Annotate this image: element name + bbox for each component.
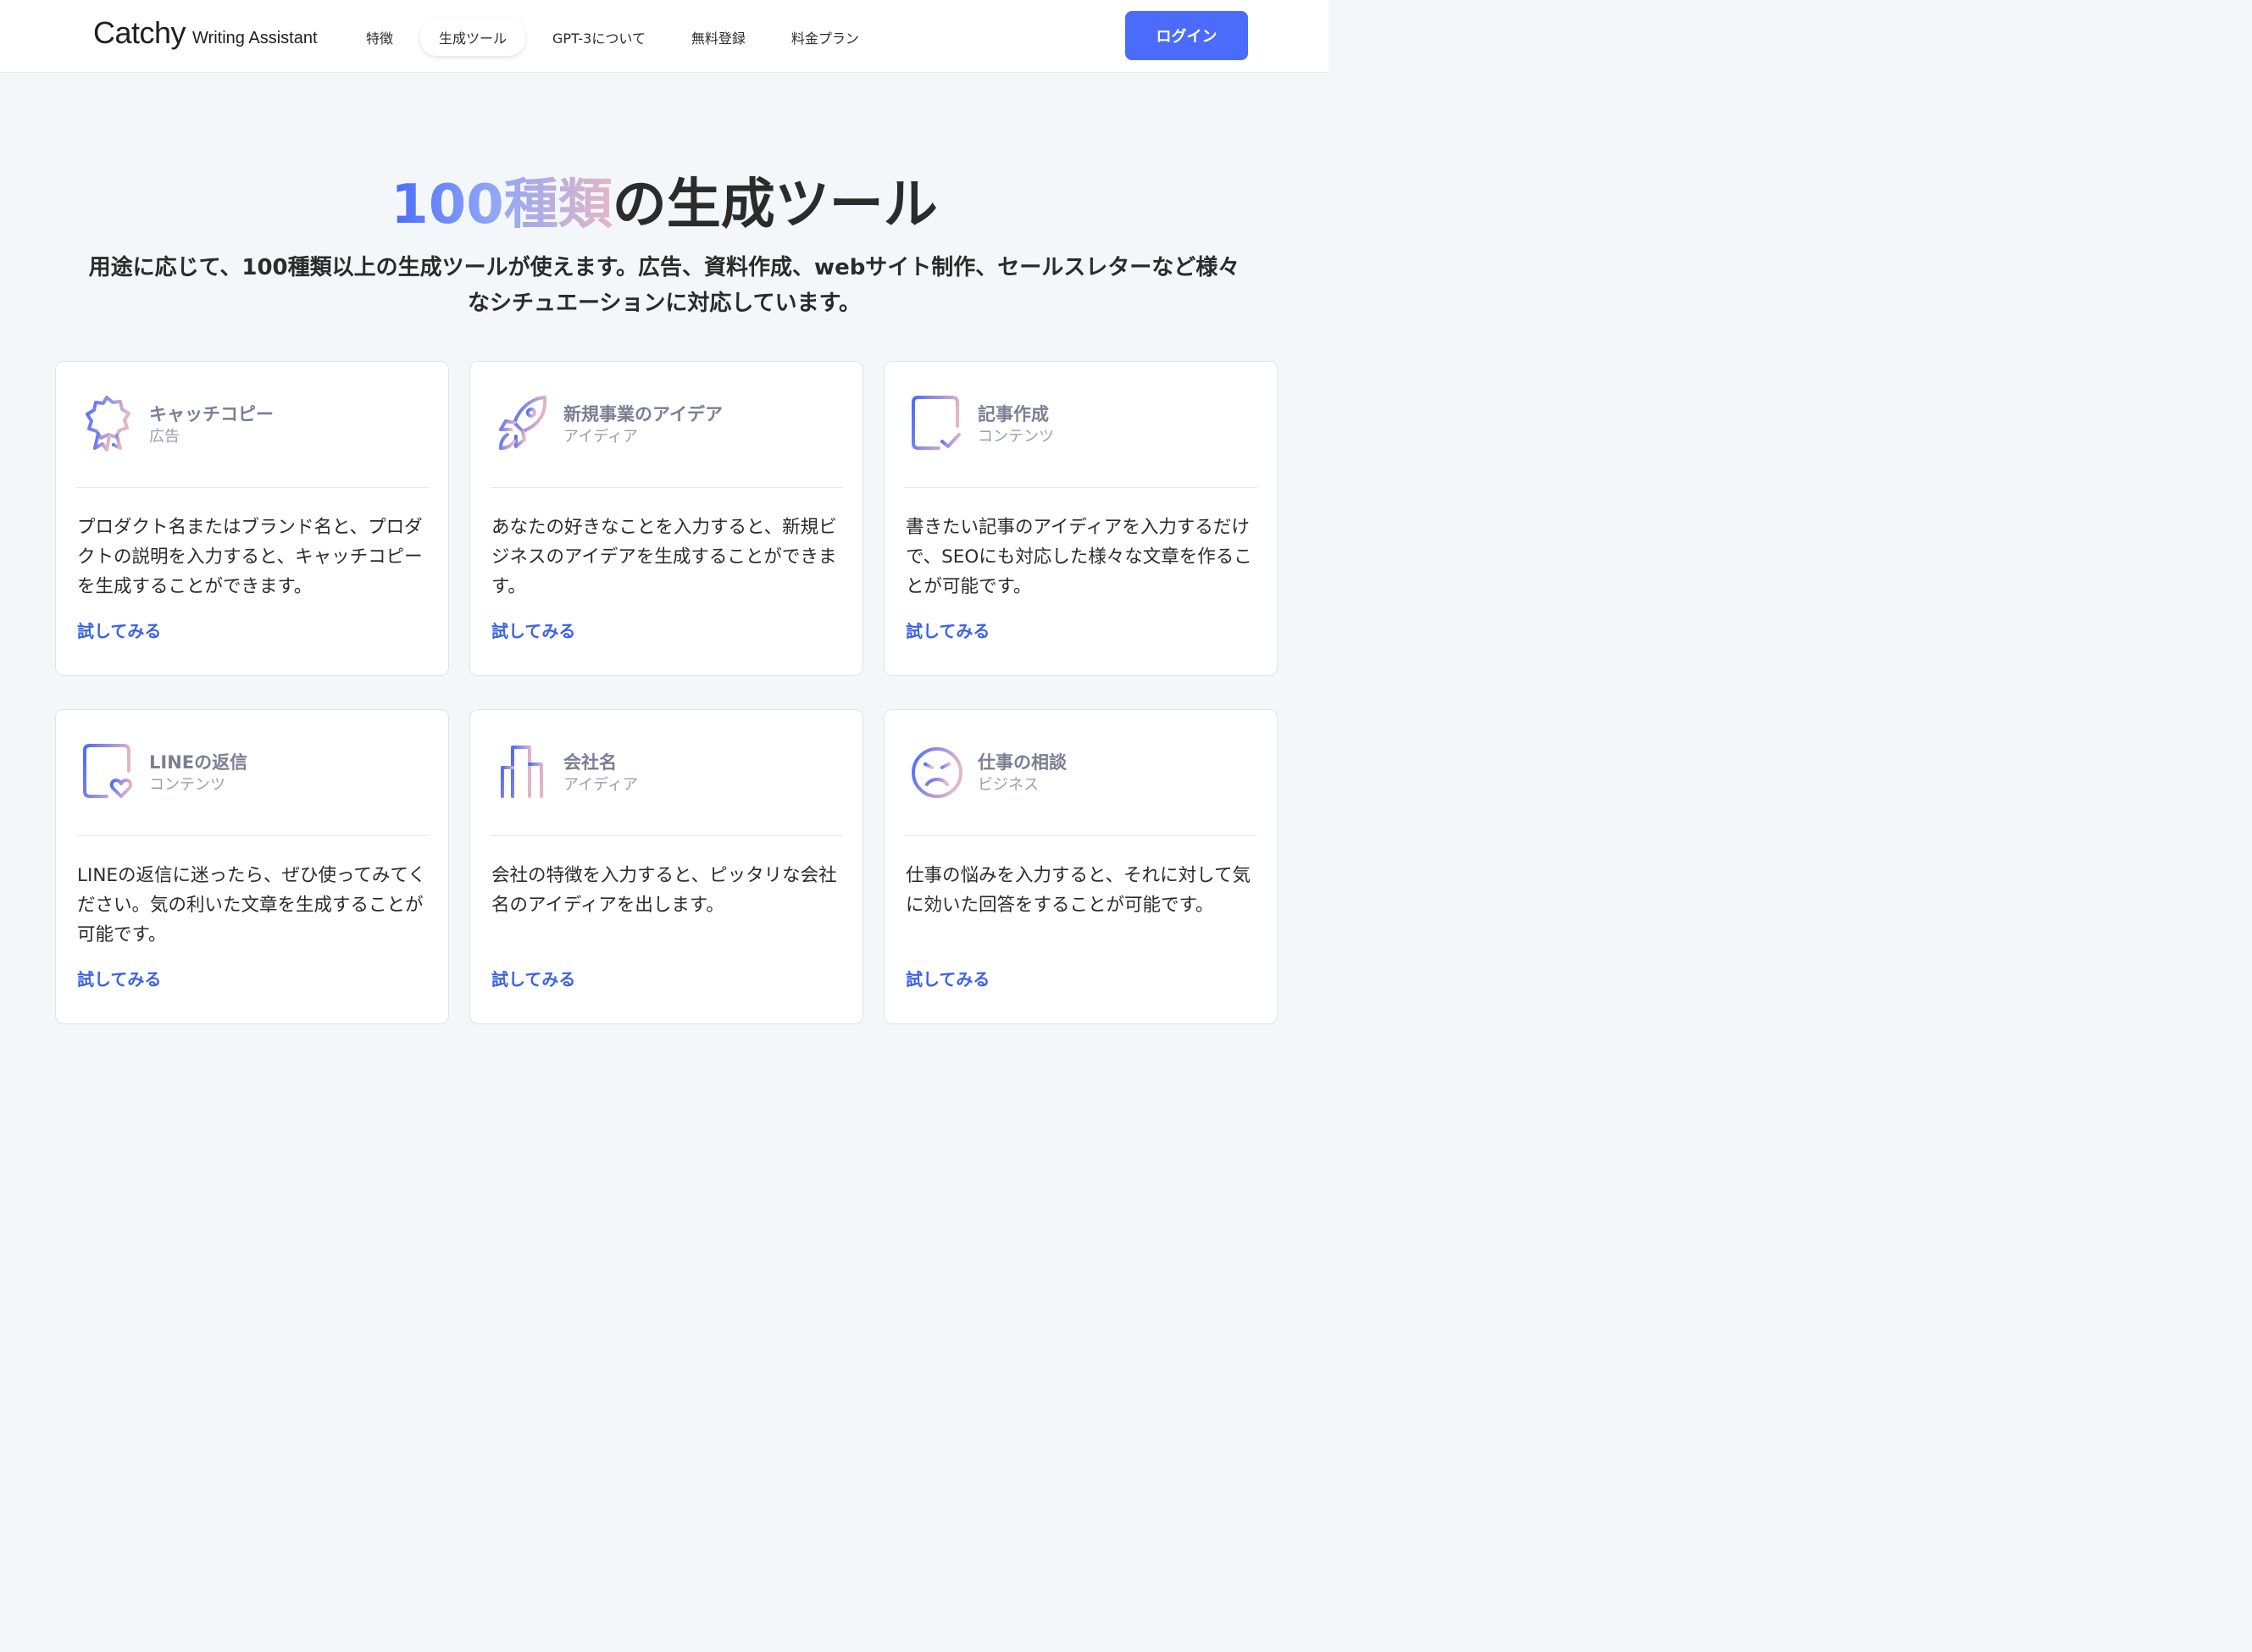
nav-item-pricing[interactable]: 料金プラン [773,19,878,56]
main-nav: 特徴 生成ツール GPT-3について 無料登録 料金プラン [347,19,886,56]
nav-item-features[interactable]: 特徴 [347,19,412,56]
card-title: 仕事の相談 [978,752,1067,773]
tool-card-business-idea[interactable]: 新規事業のアイデア アイディア あなたの好きなことを入力すると、新規ビジネスのア… [469,361,863,676]
try-link[interactable]: 試してみる [906,618,990,642]
card-divider [905,487,1257,488]
document-heart-icon [83,744,133,798]
card-divider [76,835,429,836]
try-link[interactable]: 試してみる [906,966,990,990]
card-title: 新規事業のアイデア [563,404,723,424]
card-category: コンテンツ [149,776,225,794]
card-description: 会社の特徴を入力すると、ピッタリな会社名のアイディアを出します。 [491,865,837,916]
page-title-rest: の生成ツール [612,174,938,236]
try-link[interactable]: 試してみる [77,618,161,642]
card-divider [491,487,843,488]
card-title: 会社名 [563,752,617,773]
page-title-highlight: 100種類 [391,174,613,236]
try-link[interactable]: 試してみる [77,966,161,990]
nav-item-tools[interactable]: 生成ツール [420,19,526,56]
nav-item-gpt3[interactable]: GPT-3について [534,19,664,56]
tool-card-article[interactable]: 記事作成 コンテンツ 書きたい記事のアイディアを入力するだけで、SEOにも対応し… [884,361,1278,676]
card-category: アイディア [563,428,638,446]
card-title: キャッチコピー [149,404,274,424]
try-link[interactable]: 試してみる [491,618,575,642]
card-category: 広告 [149,428,180,446]
logo-main-text: Catchy [93,15,186,50]
card-description: 書きたい記事のアイディアを入力するだけで、SEOにも対応した様々な文章を作ること… [906,517,1252,597]
nav-item-signup[interactable]: 無料登録 [673,19,764,56]
card-title: 記事作成 [978,404,1049,424]
page-subtitle: 用途に応じて、100種類以上の生成ツールが使えます。広告、資料作成、webサイト… [42,250,1286,321]
building-icon [496,746,550,798]
card-description: あなたの好きなことを入力すると、新規ビジネスのアイデアを生成することができます。 [491,517,837,597]
card-divider [76,487,429,488]
card-divider [905,835,1257,836]
award-ribbon-icon [86,396,130,452]
tool-card-work-consultation[interactable]: 仕事の相談 ビジネス 仕事の悩みを入力すると、それに対して気に効いた回答をするこ… [884,709,1278,1024]
page-subtitle-line-2: なシチュエーションに対応しています。 [467,291,862,316]
card-category: コンテンツ [978,428,1054,446]
site-header: Catchy Writing Assistant 特徴 生成ツール GPT-3に… [0,0,1328,73]
tool-card-company-name[interactable]: 会社名 アイディア 会社の特徴を入力すると、ピッタリな会社名のアイディアを出しま… [469,709,863,1024]
document-check-icon [912,396,961,450]
rocket-icon [499,396,547,450]
login-button[interactable]: ログイン [1125,11,1248,60]
logo[interactable]: Catchy Writing Assistant [93,15,318,51]
page-title: 100種類の生成ツール [0,161,1328,239]
sad-face-icon [912,747,962,798]
card-description: 仕事の悩みを入力すると、それに対して気に効いた回答をすることが可能です。 [906,865,1251,916]
card-description: LINEの返信に迷ったら、ぜひ使ってみてください。気の利いた文章を生成することが… [77,865,426,945]
card-divider [491,835,843,836]
try-link[interactable]: 試してみる [491,966,575,990]
card-description: プロダクト名またはブランド名と、プロダクトの説明を入力すると、キャッチコピーを生… [77,517,423,597]
tool-card-catchcopy[interactable]: キャッチコピー 広告 プロダクト名またはブランド名と、プロダクトの説明を入力する… [55,361,449,676]
page-subtitle-line-1: 用途に応じて、100種類以上の生成ツールが使えます。広告、資料作成、webサイト… [88,255,1240,280]
card-category: ビジネス [978,776,1039,794]
card-category: アイディア [563,776,638,794]
card-title: LINEの返信 [149,752,248,773]
tool-card-line-reply[interactable]: LINEの返信 コンテンツ LINEの返信に迷ったら、ぜひ使ってみてください。気… [55,709,449,1024]
logo-sub-text: Writing Assistant [192,29,318,47]
